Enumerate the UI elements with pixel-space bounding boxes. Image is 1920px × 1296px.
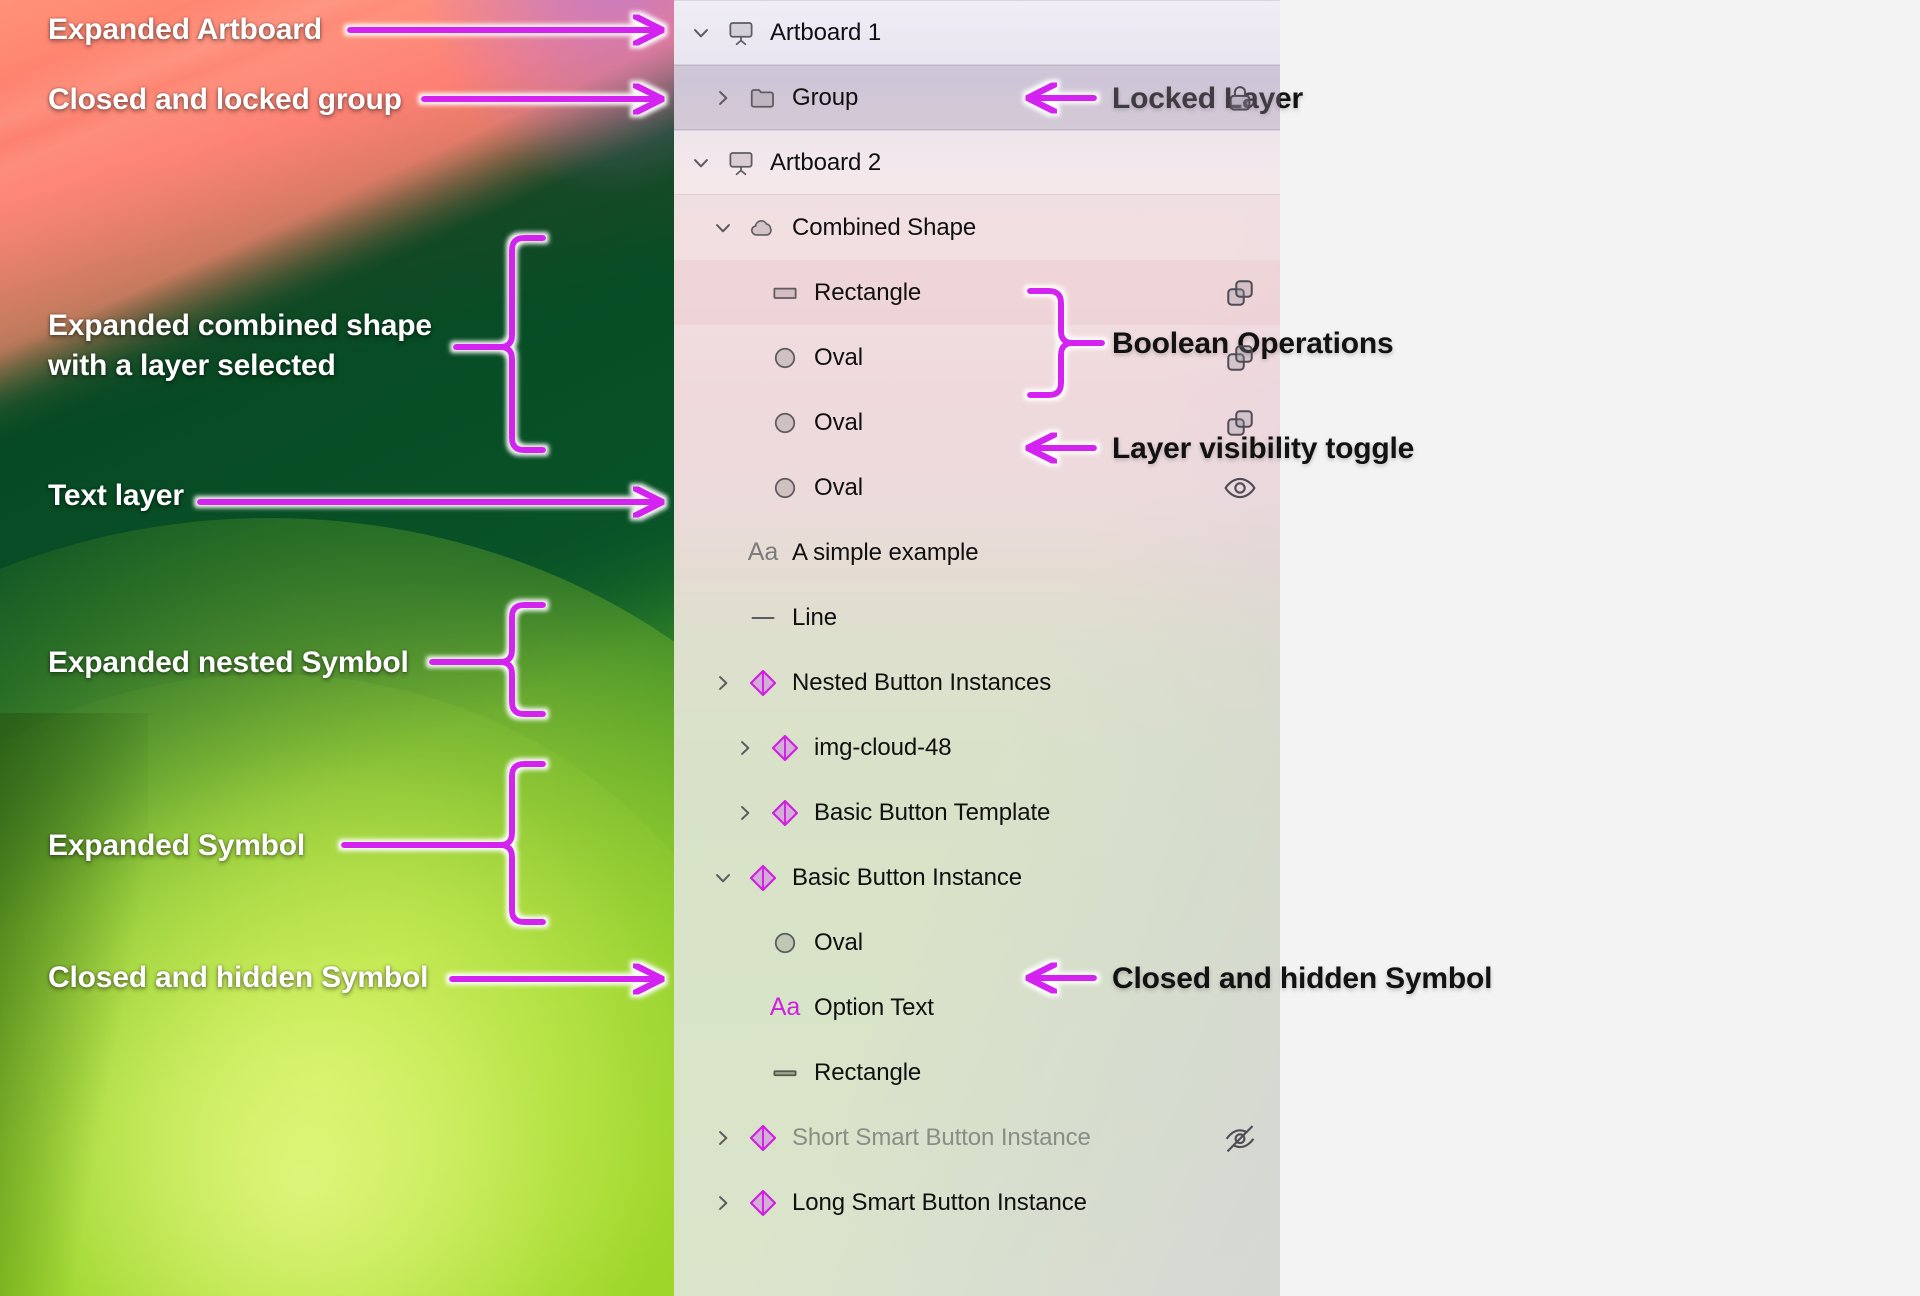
layer-row[interactable]: Nested Button Instances [674,650,1280,715]
line-icon [746,603,780,633]
layer-name: img-cloud-48 [814,733,952,761]
layer-name: Artboard 2 [770,148,882,176]
symbol-icon [768,798,802,828]
layer-row[interactable]: Oval [674,455,1280,520]
oval-icon [768,343,802,373]
layer-row[interactable]: Oval [674,390,1280,455]
chevron-down-icon[interactable] [706,867,740,889]
symbol-icon [746,668,780,698]
text-icon: Aa [769,993,801,1021]
layer-name: Combined Shape [792,213,977,241]
callout-expanded-nested-symbol: Expanded nested Symbol [48,646,409,679]
callout-expanded-combined-shape: Expanded combined shape with a layer sel… [48,309,432,382]
oval-icon [768,408,802,438]
folder-icon [746,83,780,113]
layer-row[interactable]: Rectangle [674,260,1280,325]
layer-row[interactable]: Aa A simple example [674,520,1280,585]
layer-name: Basic Button Template [814,798,1051,826]
thin-rectangle-icon [768,1058,802,1088]
layer-row[interactable]: Basic Button Instance [674,845,1280,910]
layer-row[interactable]: Group [674,65,1280,130]
callout-expanded-symbol: Expanded Symbol [48,829,306,862]
layer-name: Rectangle [814,278,922,306]
layer-row[interactable]: Rectangle [674,1040,1280,1105]
oval-icon [768,473,802,503]
layer-row[interactable]: Artboard 1 [674,0,1280,65]
layer-list-panel[interactable]: Artboard 1 Group Artboard 2 Combined Sha… [674,0,1280,1296]
layer-name: Rectangle [814,1058,922,1086]
layer-row[interactable]: Short Smart Button Instance [674,1105,1280,1170]
lock-icon[interactable] [1222,80,1258,116]
screenshot-root: Artboard 1 Group Artboard 2 Combined Sha… [0,0,1920,1296]
callout-closed-hidden-symbol: Closed and hidden Symbol [48,961,429,994]
layer-name: Oval [814,473,863,501]
layer-name: Oval [814,928,863,956]
layer-row[interactable]: Oval [674,910,1280,975]
layer-row[interactable]: Combined Shape [674,195,1280,260]
chevron-right-icon[interactable] [706,87,740,109]
right-annotation-pane [1280,0,1920,1296]
wallpaper-dark-left [0,712,149,1296]
layer-name: A simple example [792,538,979,566]
symbol-icon [746,1188,780,1218]
symbol-icon [746,1123,780,1153]
layer-row[interactable]: Line [674,585,1280,650]
chevron-right-icon[interactable] [706,1127,740,1149]
callout-expanded-artboard: Expanded Artboard [48,13,322,46]
text-icon: Aa [747,538,779,566]
eye-off-icon[interactable] [1222,1120,1258,1156]
layer-name: Group [792,83,859,111]
layer-row[interactable]: Long Smart Button Instance [674,1170,1280,1235]
cloud-icon [746,213,780,243]
chevron-right-icon[interactable] [706,672,740,694]
layer-name: Basic Button Instance [792,863,1023,891]
oval-icon [768,928,802,958]
symbol-icon [768,733,802,763]
boolean-icon[interactable] [1222,340,1258,376]
artboard-icon [724,148,758,178]
chevron-right-icon[interactable] [728,737,762,759]
chevron-right-icon[interactable] [706,1192,740,1214]
layer-name: Artboard 1 [770,18,882,46]
layer-name: Short Smart Button Instance [792,1123,1091,1151]
eye-icon[interactable] [1222,470,1258,506]
layer-name: Line [792,603,837,631]
symbol-icon [746,863,780,893]
layer-row[interactable]: Oval [674,325,1280,390]
rectangle-icon [768,278,802,308]
layer-name: Oval [814,408,863,436]
artboard-icon [724,18,758,48]
layer-row[interactable]: Aa Option Text [674,975,1280,1040]
chevron-down-icon[interactable] [684,22,718,44]
chevron-down-icon[interactable] [684,152,718,174]
layer-name: Option Text [814,993,934,1021]
layer-row[interactable]: img-cloud-48 [674,715,1280,780]
layer-row[interactable]: Basic Button Template [674,780,1280,845]
layer-name: Long Smart Button Instance [792,1188,1087,1216]
layer-name: Nested Button Instances [792,668,1052,696]
boolean-icon[interactable] [1222,405,1258,441]
layer-row[interactable]: Artboard 2 [674,130,1280,195]
chevron-right-icon[interactable] [728,802,762,824]
callout-closed-locked-group: Closed and locked group [48,83,402,116]
layer-name: Oval [814,343,863,371]
boolean-icon[interactable] [1222,275,1258,311]
wallpaper-purple-glow [384,0,674,234]
callout-text-layer: Text layer [48,479,184,512]
chevron-down-icon[interactable] [706,217,740,239]
